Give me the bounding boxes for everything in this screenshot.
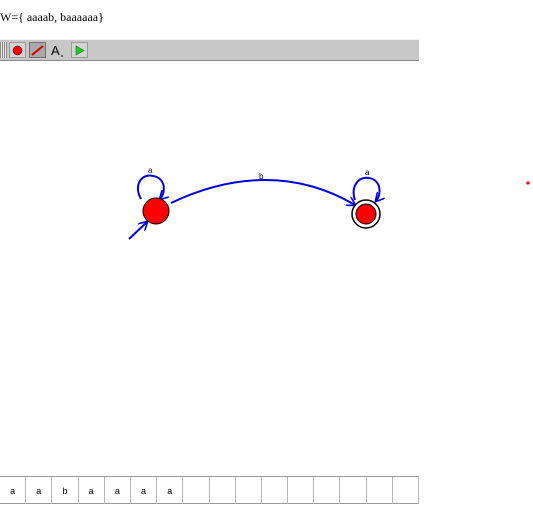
tape-cell[interactable]: b [52,477,79,504]
tape-cell[interactable] [210,477,236,504]
tape-cell[interactable]: a [26,477,53,504]
tape-cell[interactable] [236,477,262,504]
add-transition-button[interactable] [29,42,46,58]
tape-cell[interactable] [288,477,315,504]
add-state-button[interactable] [9,42,26,58]
self-loop-q0-label: a [148,166,153,175]
tape-cell[interactable]: a [0,477,27,504]
tape-cell[interactable]: a [131,477,158,504]
toolbar: A [0,39,419,61]
state-q1-final[interactable] [351,199,381,229]
red-line-icon [31,45,44,56]
self-loop-q0[interactable] [136,174,164,199]
tape-cell[interactable]: a [105,477,131,504]
svg-text:A: A [51,43,60,58]
tape-cell[interactable] [367,477,393,504]
word-set-title: W={ aaaab, baaaaaa} [0,10,104,24]
tape-cell[interactable] [262,477,289,504]
input-tape[interactable]: aabaaaa [0,476,419,504]
transition-q0-q1[interactable] [170,179,355,205]
tape-cell[interactable] [393,477,419,504]
tape-cell[interactable] [314,477,341,504]
tape-cell[interactable] [183,477,210,504]
automaton-canvas[interactable]: a b a [0,62,533,472]
state-q0[interactable] [142,197,170,225]
tape-cell[interactable] [340,477,367,504]
transition-q0-q1-label: b [259,172,264,181]
run-button[interactable] [71,42,88,58]
initial-state-arrow [128,222,147,240]
text-a-icon: A [51,43,63,58]
self-loop-q1-label: a [365,168,370,177]
red-circle-icon [12,45,23,55]
tape-cell[interactable]: a [157,477,184,504]
tape-cell[interactable]: a [79,477,105,504]
add-label-button[interactable]: A [49,42,66,58]
stray-point [526,181,530,185]
play-icon [75,44,85,56]
self-loop-q1[interactable] [352,176,380,201]
toolbar-grip[interactable] [0,42,7,58]
